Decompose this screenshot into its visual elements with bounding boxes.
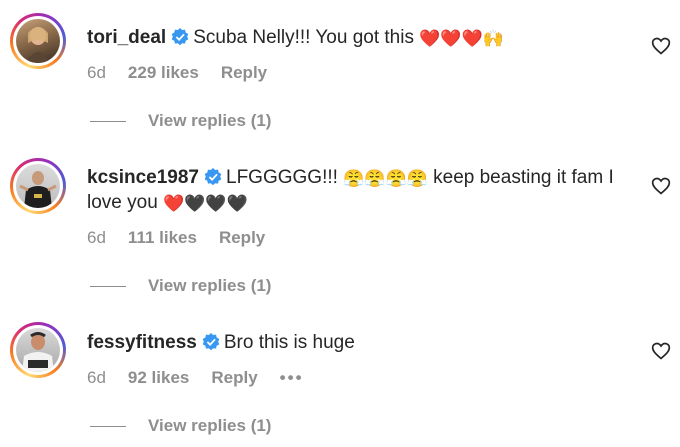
comment-age: 6d bbox=[87, 63, 106, 82]
avatar-kcsince1987[interactable] bbox=[10, 158, 66, 214]
like-heart-icon[interactable] bbox=[651, 36, 671, 56]
comment-text: LFGGGGG!!! bbox=[226, 167, 338, 188]
avatar-photo bbox=[16, 164, 60, 208]
comment-username[interactable]: fessyfitness bbox=[87, 332, 197, 353]
verified-badge-icon bbox=[171, 28, 189, 46]
reply-button[interactable]: Reply bbox=[219, 228, 265, 247]
verified-badge-icon bbox=[204, 168, 222, 186]
likes-count[interactable]: 92 likes bbox=[128, 368, 189, 387]
comment-text: Bro this is huge bbox=[223, 332, 355, 353]
comment-emoji-2: ❤️🖤🖤🖤 bbox=[163, 194, 248, 213]
reply-button[interactable]: Reply bbox=[211, 368, 257, 387]
avatar-fessyfitness[interactable] bbox=[10, 322, 66, 378]
comment-username[interactable]: tori_deal bbox=[87, 27, 166, 48]
avatar-photo bbox=[16, 328, 60, 372]
comment-username[interactable]: kcsince1987 bbox=[87, 167, 199, 188]
comment-text-line2: love you bbox=[87, 192, 158, 213]
avatar-tori-deal[interactable] bbox=[10, 13, 66, 69]
view-replies-button[interactable]: View replies (1) bbox=[90, 276, 271, 296]
verified-badge-icon bbox=[202, 333, 220, 351]
likes-count[interactable]: 111 likes bbox=[128, 228, 197, 247]
person-silhouette-icon bbox=[26, 27, 50, 63]
person-silhouette-icon bbox=[22, 332, 54, 372]
comment-age: 6d bbox=[87, 368, 106, 387]
likes-count[interactable]: 229 likes bbox=[128, 63, 199, 82]
comment-text-cont: keep beasting it fam I bbox=[433, 167, 614, 188]
avatar-photo bbox=[16, 19, 60, 63]
more-options-icon[interactable]: ••• bbox=[280, 368, 304, 387]
comment-text: Scuba Nelly!!! You got this bbox=[193, 27, 414, 48]
reply-button[interactable]: Reply bbox=[221, 63, 267, 82]
like-heart-icon[interactable] bbox=[651, 341, 671, 361]
comment-age: 6d bbox=[87, 228, 106, 247]
view-replies-button[interactable]: View replies (1) bbox=[90, 111, 271, 131]
comment-emoji: 😤😤😤😤 bbox=[343, 169, 428, 188]
divider-line bbox=[90, 121, 126, 123]
view-replies-button[interactable]: View replies (1) bbox=[90, 416, 271, 436]
divider-line bbox=[90, 426, 126, 428]
divider-line bbox=[90, 286, 126, 288]
like-heart-icon[interactable] bbox=[651, 176, 671, 196]
comment-emoji: ❤️❤️❤️🙌 bbox=[419, 29, 504, 48]
person-silhouette-icon bbox=[19, 171, 57, 208]
